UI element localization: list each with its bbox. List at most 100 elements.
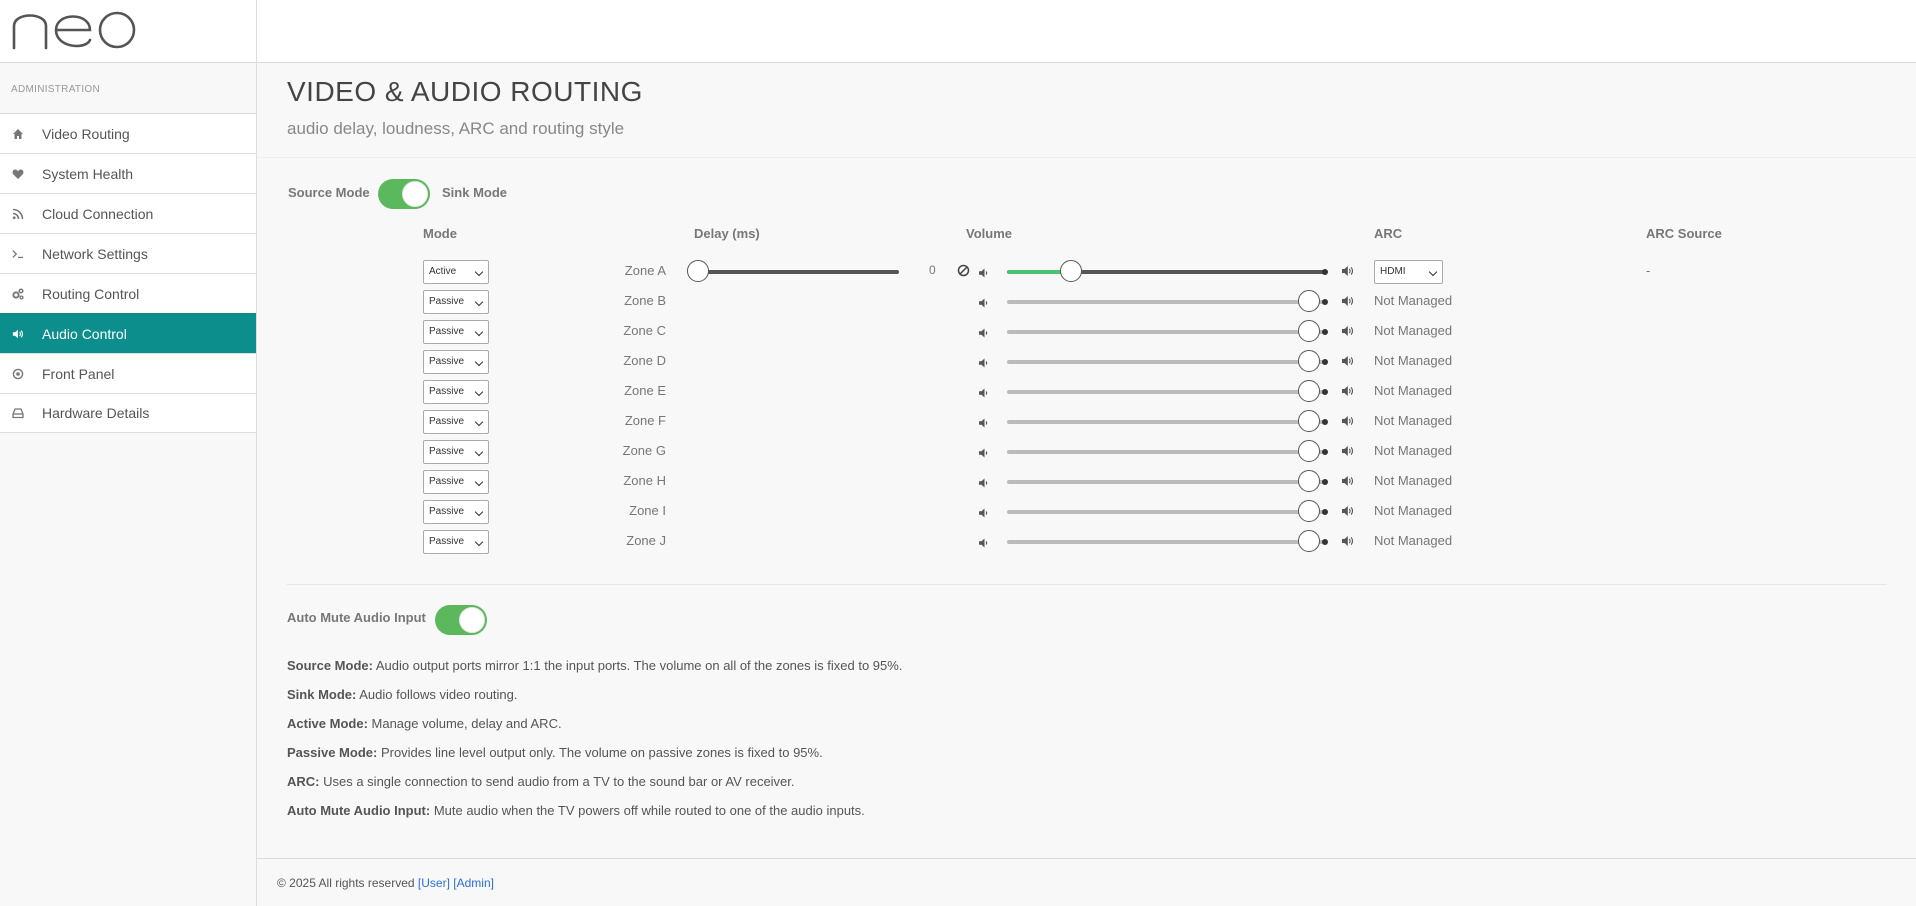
zone-row: Zone G Passive Not Managed (257, 436, 1916, 466)
arc-status: Not Managed (1374, 353, 1453, 368)
volume-down-icon[interactable] (979, 415, 989, 428)
auto-mute-toggle[interactable] (435, 605, 487, 635)
zone-row: Zone D Passive Not Managed (257, 346, 1916, 376)
volume-down-icon[interactable] (979, 355, 989, 368)
delay-slider[interactable] (687, 260, 899, 282)
column-header-mode: Mode (423, 226, 457, 241)
delay-slider-thumb[interactable] (687, 260, 709, 282)
sidebar-item-cloud-connection[interactable]: Cloud Connection (0, 193, 256, 233)
volume-up-icon[interactable] (1342, 384, 1355, 396)
volume-slider[interactable] (1007, 260, 1328, 282)
volume-up-icon[interactable] (1342, 444, 1355, 456)
main-content: VIDEO & AUDIO ROUTING audio delay, loudn… (257, 64, 1916, 906)
legend-line: Passive Mode: Provides line level output… (287, 745, 823, 760)
volume-slider[interactable] (1007, 290, 1328, 312)
sidebar-item-front-panel[interactable]: Front Panel (0, 353, 256, 393)
arc-status: Not Managed (1374, 293, 1453, 308)
volume-up-icon[interactable] (1342, 534, 1355, 546)
zone-mode-select[interactable]: Passive (423, 440, 489, 464)
volume-slider[interactable] (1007, 530, 1328, 552)
volume-down-icon[interactable] (979, 265, 989, 278)
sidebar-item-audio-control[interactable]: Audio Control (0, 313, 256, 353)
volume-down-icon[interactable] (979, 385, 989, 398)
volume-slider-thumb[interactable] (1060, 260, 1082, 282)
sidebar-item-system-health[interactable]: System Health (0, 153, 256, 193)
volume-down-icon[interactable] (979, 445, 989, 458)
zone-mode-select[interactable]: Passive (423, 290, 489, 314)
zone-mode-select[interactable]: Passive (423, 470, 489, 494)
rss-icon (0, 207, 42, 219)
legend-line: ARC: Uses a single connection to send au… (287, 774, 795, 789)
source-sink-mode-toggle[interactable] (378, 179, 430, 209)
volume-down-icon[interactable] (979, 325, 989, 338)
volume-slider[interactable] (1007, 440, 1328, 462)
zone-mode-select[interactable]: Passive (423, 350, 489, 374)
volume-down-icon[interactable] (979, 295, 989, 308)
volume-slider-thumb[interactable] (1298, 320, 1320, 342)
zone-mode-select[interactable]: Passive (423, 530, 489, 554)
volume-slider-thumb[interactable] (1298, 530, 1320, 552)
volume-slider-thumb[interactable] (1298, 440, 1320, 462)
volume-slider-thumb[interactable] (1298, 500, 1320, 522)
sidebar-item-label: Hardware Details (42, 405, 150, 421)
volume-up-icon[interactable] (1342, 324, 1355, 336)
zone-label: Zone B (624, 293, 666, 308)
volume-down-icon[interactable] (979, 505, 989, 518)
sidebar-item-hardware-details[interactable]: Hardware Details (0, 393, 256, 433)
zone-label: Zone C (623, 323, 666, 338)
no-delay-icon[interactable] (957, 264, 970, 277)
volume-slider[interactable] (1007, 470, 1328, 492)
legend-term: ARC: (287, 774, 320, 789)
top-bar (0, 0, 1916, 63)
volume-up-icon[interactable] (1342, 504, 1355, 516)
volume-slider[interactable] (1007, 320, 1328, 342)
volume-slider-thumb[interactable] (1298, 290, 1320, 312)
neo-logo (12, 11, 136, 50)
volume-slider-thumb[interactable] (1298, 380, 1320, 402)
volume-slider-thumb[interactable] (1298, 410, 1320, 432)
volume-up-icon[interactable] (1342, 414, 1355, 426)
volume-track-end (1322, 449, 1328, 455)
hdd-icon (0, 407, 42, 419)
arc-source-value: - (1646, 263, 1651, 278)
volume-up-icon[interactable] (1342, 264, 1355, 276)
zone-row: Zone H Passive Not Managed (257, 466, 1916, 496)
zone-row: Zone B Passive Not Managed (257, 286, 1916, 316)
volume-up-icon[interactable] (1342, 294, 1355, 306)
target-icon (0, 367, 42, 379)
sidebar-item-network-settings[interactable]: Network Settings (0, 233, 256, 273)
zone-mode-select[interactable]: Active (423, 260, 489, 284)
volume-slider-thumb[interactable] (1298, 350, 1320, 372)
volume-slider[interactable] (1007, 380, 1328, 402)
volume-slider[interactable] (1007, 500, 1328, 522)
zone-label: Zone I (629, 503, 666, 518)
sidebar-item-routing-control[interactable]: Routing Control (0, 273, 256, 313)
zone-mode-select[interactable]: Passive (423, 410, 489, 434)
volume-up-icon[interactable] (1342, 474, 1355, 486)
volume-up-icon[interactable] (1342, 354, 1355, 366)
sidebar-item-video-routing[interactable]: Video Routing (0, 113, 256, 153)
zone-mode-select[interactable]: Passive (423, 380, 489, 404)
legend-text: Audio follows video routing. (356, 687, 518, 702)
zone-mode-select[interactable]: Passive (423, 500, 489, 524)
legend-line: Active Mode: Manage volume, delay and AR… (287, 716, 562, 731)
zone-row: Zone A Active 0 HDMI - (257, 256, 1916, 286)
volume-slider[interactable] (1007, 350, 1328, 372)
page-title: VIDEO & AUDIO ROUTING (287, 76, 643, 107)
legend-term: Sink Mode: (287, 687, 357, 702)
volume-down-icon[interactable] (979, 535, 989, 548)
column-header-arc: ARC (1374, 226, 1403, 241)
arc-select[interactable]: HDMI (1374, 260, 1443, 284)
user-link[interactable]: [User] (418, 876, 450, 890)
volume-slider[interactable] (1007, 410, 1328, 432)
admin-link[interactable]: [Admin] (453, 876, 494, 890)
arc-status: Not Managed (1374, 323, 1453, 338)
volume-track-end (1322, 479, 1328, 485)
sidebar-item-label: System Health (42, 165, 134, 182)
zone-label: Zone G (622, 443, 666, 458)
legend-text: Provides line level output only. The vol… (377, 745, 823, 760)
zone-mode-select[interactable]: Passive (423, 320, 489, 344)
volume-down-icon[interactable] (979, 475, 989, 488)
volume-slider-thumb[interactable] (1298, 470, 1320, 492)
cogs-icon (0, 287, 42, 300)
